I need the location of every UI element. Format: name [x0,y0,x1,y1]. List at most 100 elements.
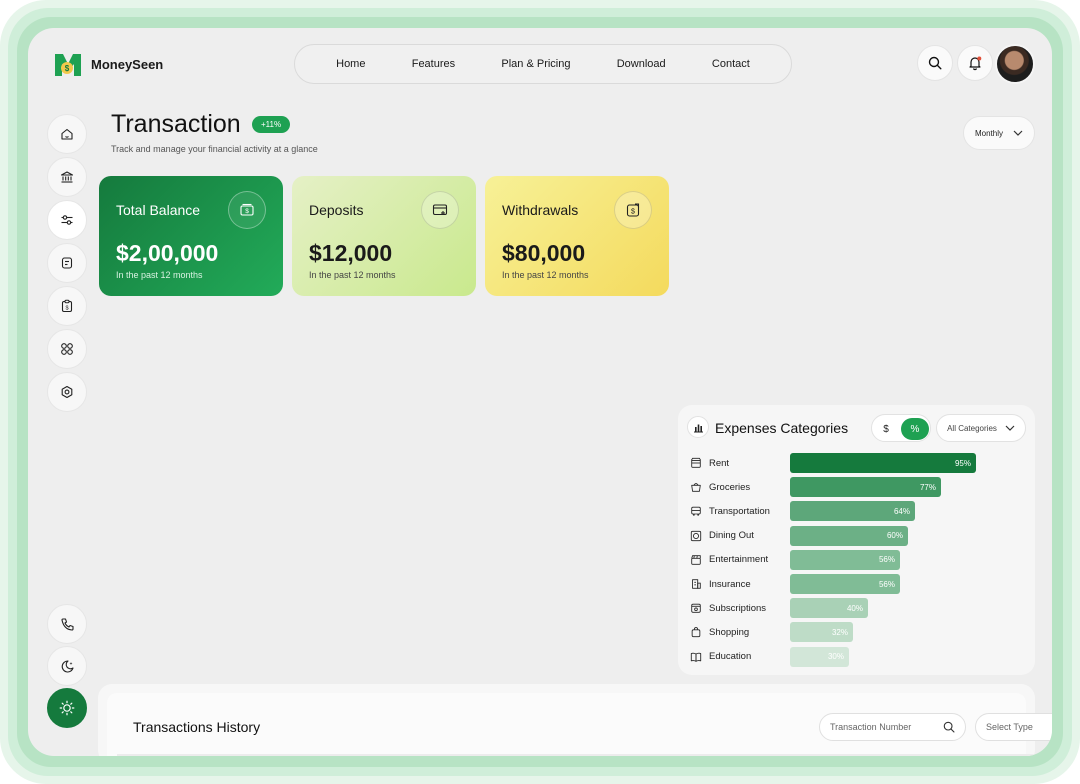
nav-plan-pricing[interactable]: Plan & Pricing [501,58,570,70]
svg-text:$: $ [65,64,70,73]
search-icon [928,56,942,70]
basket-icon [689,480,703,494]
expense-row-dining-out[interactable]: Dining Out 60% [689,525,908,546]
transaction-search-input[interactable]: Transaction Number [819,713,966,741]
notifications-button[interactable] [957,45,993,81]
expenses-panel: Expenses Categories $ % All Categories R… [678,405,1035,675]
deposits-card[interactable]: Deposits $12,000 In the past 12 months [292,176,476,296]
page-subtitle: Track and manage your financial activity… [111,144,318,154]
expense-value: 56% [878,555,895,565]
expense-value: 95% [954,458,971,468]
book-icon [689,650,703,664]
toggle-percent[interactable]: % [901,418,929,440]
plate-icon [689,529,703,543]
nav-home[interactable]: Home [336,58,365,70]
card-label: Total Balance [116,202,201,218]
app-logo[interactable]: $ MoneySeen [53,50,163,78]
chevron-down-icon [1013,130,1023,136]
card-label: Deposits [309,202,364,218]
unit-toggle: $ % [871,414,931,442]
expense-label: Insurance [709,578,751,590]
search-button[interactable] [917,45,953,81]
expense-row-shopping[interactable]: Shopping 32% [689,622,853,643]
type-select[interactable]: Select Type [975,713,1052,741]
bell-icon [969,56,982,71]
clapper-icon [689,553,703,567]
category-filter[interactable]: All Categories [936,414,1026,442]
chevron-down-icon [1005,425,1015,431]
avatar[interactable] [995,44,1035,84]
history-title: Transactions History [133,719,261,735]
search-placeholder: Transaction Number [830,722,912,732]
expense-row-subscriptions[interactable]: Subscriptions 40% [689,598,868,619]
money-icon: $ [228,191,266,229]
expense-label: Subscriptions [709,602,767,614]
search-icon [943,721,955,733]
transactions-history: Transactions History Transaction Number … [98,684,1052,756]
expense-value: 77% [919,482,936,492]
expense-bar: 56% [790,574,900,594]
expense-bar: 60% [790,525,908,546]
total-balance-card[interactable]: Total Balance $ $2,00,000 In the past 12… [99,176,283,296]
sun-icon [59,700,75,716]
sidebar-item-apps[interactable] [47,329,87,369]
moon-icon [61,659,74,673]
period-select[interactable]: Monthly [963,116,1035,150]
expense-bar: 40% [790,598,868,619]
sidebar-item-reports[interactable]: $ [47,286,87,326]
expense-bar-track: 32% [790,622,986,643]
card-subtext: In the past 12 months [116,270,203,280]
expense-row-rent[interactable]: Rent 95% [689,453,976,473]
card-value: $2,00,000 [116,240,219,266]
growth-badge: +11% [252,116,291,133]
app-name: MoneySeen [91,56,164,72]
shop-icon [689,456,703,470]
toggle-dollar[interactable]: $ [876,419,896,439]
expense-bar-track: 40% [790,598,986,619]
expense-value: 60% [886,531,903,541]
expense-row-transportation[interactable]: Transportation 64% [689,501,915,522]
sidebar-item-bank[interactable] [47,157,87,197]
svg-text:$: $ [245,208,249,215]
history-card: Transactions History Transaction Number … [107,693,1052,756]
bus-icon [689,504,703,518]
expense-label: Education [709,651,752,663]
dark-mode-button[interactable] [47,646,87,686]
card-subtext: In the past 12 months [502,270,589,280]
sidebar-item-receipts[interactable] [47,243,87,283]
sidebar-item-home[interactable] [47,114,87,154]
expense-row-entertainment[interactable]: Entertainment 56% [689,549,900,570]
expense-bar-track: 56% [790,549,986,570]
svg-text:$: $ [631,209,635,216]
light-mode-button[interactable] [47,688,87,728]
sidebar-item-transactions[interactable] [47,200,87,240]
expense-bar-track: 60% [790,525,986,546]
expense-value: 40% [846,603,863,613]
sidebar-item-settings[interactable] [47,372,87,412]
nav-download[interactable]: Download [617,58,666,70]
nav-contact[interactable]: Contact [712,58,750,70]
expense-label: Shopping [709,626,750,638]
expense-bar-track: 56% [790,574,986,594]
top-nav: Home Features Plan & Pricing Download Co… [294,44,792,84]
phone-icon [60,617,74,631]
page-title: Transaction [111,110,241,138]
subscription-icon [689,601,703,615]
withdrawals-card[interactable]: Withdrawals $ $80,000 In the past 12 mon… [485,176,669,296]
expense-bar-track: 77% [790,477,986,498]
expense-row-groceries[interactable]: Groceries 77% [689,477,941,498]
expense-row-insurance[interactable]: Insurance 56% [689,574,900,594]
bag-icon [689,625,703,639]
settings-icon [61,385,73,399]
nav-features[interactable]: Features [412,58,455,70]
app-screen: $ MoneySeen Home Features Plan & Pricing… [28,28,1052,756]
expense-bar-track: 64% [790,501,986,522]
history-table-header [117,754,1034,756]
expense-label: Groceries [709,481,751,493]
call-button[interactable] [47,604,87,644]
building-icon [689,577,703,591]
expense-row-education[interactable]: Education 30% [689,646,849,667]
expense-bar-track: 95% [790,453,986,473]
logo-icon: $ [55,54,81,76]
card-label: Withdrawals [502,202,579,218]
